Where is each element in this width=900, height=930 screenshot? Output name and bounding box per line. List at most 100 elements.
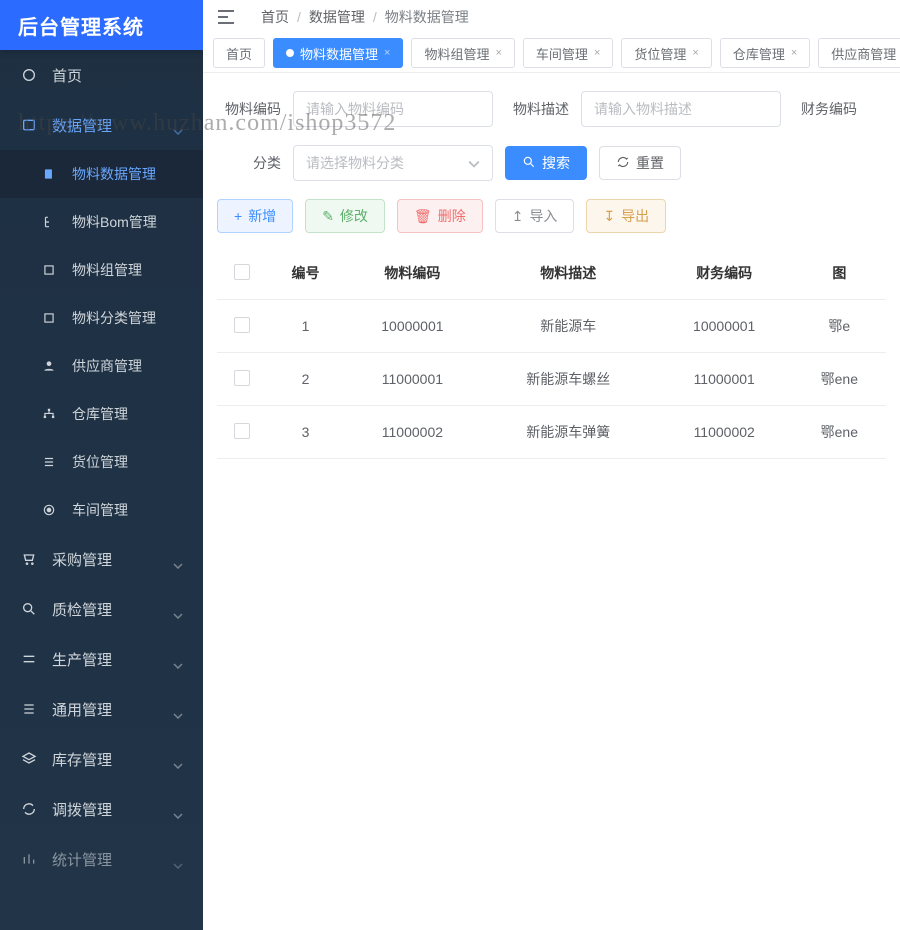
- edit-button-label: 修改: [340, 206, 368, 226]
- select-all-checkbox[interactable]: [234, 264, 250, 280]
- add-button-label: 新增: [248, 206, 276, 226]
- breadcrumb-data[interactable]: 数据管理: [309, 7, 365, 27]
- nav-sub-material-category[interactable]: 物料分类管理: [0, 294, 203, 342]
- nav-inventory[interactable]: 库存管理: [0, 734, 203, 784]
- filter-cat-placeholder: 请选择物料分类: [306, 153, 404, 173]
- tab-0[interactable]: 首页: [213, 38, 265, 68]
- breadcrumb-sep: /: [373, 9, 377, 25]
- nav-sub-label: 物料数据管理: [72, 164, 156, 184]
- nav-home[interactable]: 首页: [0, 50, 203, 100]
- nav-production[interactable]: 生产管理: [0, 634, 203, 684]
- add-button[interactable]: + 新增: [217, 199, 293, 233]
- tab-label: 车间管理: [536, 44, 588, 63]
- table-row: 211000001新能源车螺丝11000001鄂ene: [217, 353, 886, 406]
- chevron-down-icon: [173, 556, 183, 562]
- nav-sub-material-group[interactable]: 物料组管理: [0, 246, 203, 294]
- tab-4[interactable]: 货位管理 ×: [621, 38, 711, 68]
- row-checkbox[interactable]: [234, 423, 250, 439]
- close-icon[interactable]: ×: [384, 47, 390, 59]
- nav-sub-material-data[interactable]: 物料数据管理: [0, 150, 203, 198]
- cell-no: 1: [267, 300, 344, 353]
- tab-2[interactable]: 物料组管理 ×: [411, 38, 514, 68]
- nav-sub-label: 供应商管理: [72, 356, 142, 376]
- tab-6[interactable]: 供应商管理×: [818, 38, 900, 68]
- user-icon: [40, 357, 58, 375]
- row-checkbox[interactable]: [234, 317, 250, 333]
- import-button[interactable]: ↥ 导入: [495, 199, 575, 233]
- tab-label: 首页: [226, 44, 252, 63]
- main-panel: 首页 / 数据管理 / 物料数据管理 首页物料数据管理×物料组管理×车间管理×货…: [203, 0, 900, 930]
- tab-3[interactable]: 车间管理 ×: [523, 38, 613, 68]
- nav-data[interactable]: 数据管理: [0, 100, 203, 150]
- search-button[interactable]: 搜索: [505, 146, 587, 180]
- nav-menu: 首页 数据管理 物料数据管理 物: [0, 50, 203, 930]
- nav-purchase[interactable]: 采购管理: [0, 534, 203, 584]
- cell-no: 2: [267, 353, 344, 406]
- nav-sub-label: 仓库管理: [72, 404, 128, 424]
- cell-fin: 10000001: [656, 300, 793, 353]
- content-area: 物料编码 请输入物料编码 物料描述 请输入物料描述 财务编码 分类 请选择物料分…: [203, 73, 900, 930]
- nav-sub-workshop[interactable]: 车间管理: [0, 486, 203, 534]
- row-checkbox[interactable]: [234, 370, 250, 386]
- chevron-down-icon: [173, 606, 183, 612]
- delete-button[interactable]: 🗑 删除: [397, 199, 483, 233]
- tag-icon: [40, 309, 58, 327]
- reset-button[interactable]: 重置: [599, 146, 681, 180]
- nav-sub-warehouse[interactable]: 仓库管理: [0, 390, 203, 438]
- breadcrumb-home[interactable]: 首页: [261, 7, 289, 27]
- nav-transfer[interactable]: 调拨管理: [0, 784, 203, 834]
- cell-desc: 新能源车: [481, 300, 656, 353]
- cell-ext: 鄂ene: [793, 353, 886, 406]
- nav-sub-location[interactable]: 货位管理: [0, 438, 203, 486]
- cell-code: 11000002: [344, 406, 481, 459]
- chevron-down-icon: [468, 155, 480, 171]
- nav-sub-label: 物料组管理: [72, 260, 142, 280]
- cell-ext: 鄂e: [793, 300, 886, 353]
- close-icon[interactable]: ×: [495, 47, 501, 59]
- nav-sub-bom[interactable]: 物料Bom管理: [0, 198, 203, 246]
- nav-label: 生产管理: [52, 649, 112, 670]
- edit-button[interactable]: ✎ 修改: [305, 199, 385, 233]
- nav-label: 库存管理: [52, 749, 112, 770]
- refresh-icon: [20, 800, 38, 818]
- col-no: 编号: [267, 247, 344, 300]
- table-header-row: 编号 物料编码 物料描述 财务编码 图: [217, 247, 886, 300]
- nav-general[interactable]: 通用管理: [0, 684, 203, 734]
- nav-home-label: 首页: [52, 65, 82, 86]
- file-icon: [40, 165, 58, 183]
- tree-icon: [40, 213, 58, 231]
- col-code: 物料编码: [344, 247, 481, 300]
- cell-code: 10000001: [344, 300, 481, 353]
- nav-quality[interactable]: 质检管理: [0, 584, 203, 634]
- chart-icon: [20, 850, 38, 868]
- filter-code-input[interactable]: 请输入物料编码: [293, 91, 493, 127]
- nav-sub-supplier[interactable]: 供应商管理: [0, 342, 203, 390]
- close-icon[interactable]: ×: [791, 47, 797, 59]
- sidebar-toggle-icon[interactable]: [217, 10, 235, 24]
- tab-label: 货位管理: [634, 44, 686, 63]
- nav-sub-label: 车间管理: [72, 500, 128, 520]
- breadcrumb-current: 物料数据管理: [385, 7, 469, 27]
- close-icon[interactable]: ×: [692, 47, 698, 59]
- nav-label: 统计管理: [52, 849, 112, 870]
- cell-desc: 新能源车螺丝: [481, 353, 656, 406]
- filter-cat-select[interactable]: 请选择物料分类: [293, 145, 493, 181]
- tab-label: 仓库管理: [733, 44, 785, 63]
- nav-sub-label: 物料分类管理: [72, 308, 156, 328]
- tab-1[interactable]: 物料数据管理×: [273, 38, 403, 68]
- square-icon: [40, 261, 58, 279]
- chevron-down-icon: [173, 706, 183, 712]
- cell-fin: 11000001: [656, 353, 793, 406]
- import-button-label: 导入: [529, 206, 557, 226]
- nav-data-label: 数据管理: [52, 115, 112, 136]
- chevron-down-icon: [173, 856, 183, 862]
- filter-cat-label: 分类: [217, 153, 281, 173]
- close-icon[interactable]: ×: [594, 47, 600, 59]
- filter-fin-label: 财务编码: [793, 99, 857, 119]
- filter-desc-input[interactable]: 请输入物料描述: [581, 91, 781, 127]
- tab-5[interactable]: 仓库管理 ×: [720, 38, 810, 68]
- tab-label: 物料组管理: [424, 44, 489, 63]
- nav-stats[interactable]: 统计管理: [0, 834, 203, 884]
- export-button[interactable]: ↧ 导出: [586, 199, 666, 233]
- sidebar: 后台管理系统 首页 数据管理 物料数: [0, 0, 203, 930]
